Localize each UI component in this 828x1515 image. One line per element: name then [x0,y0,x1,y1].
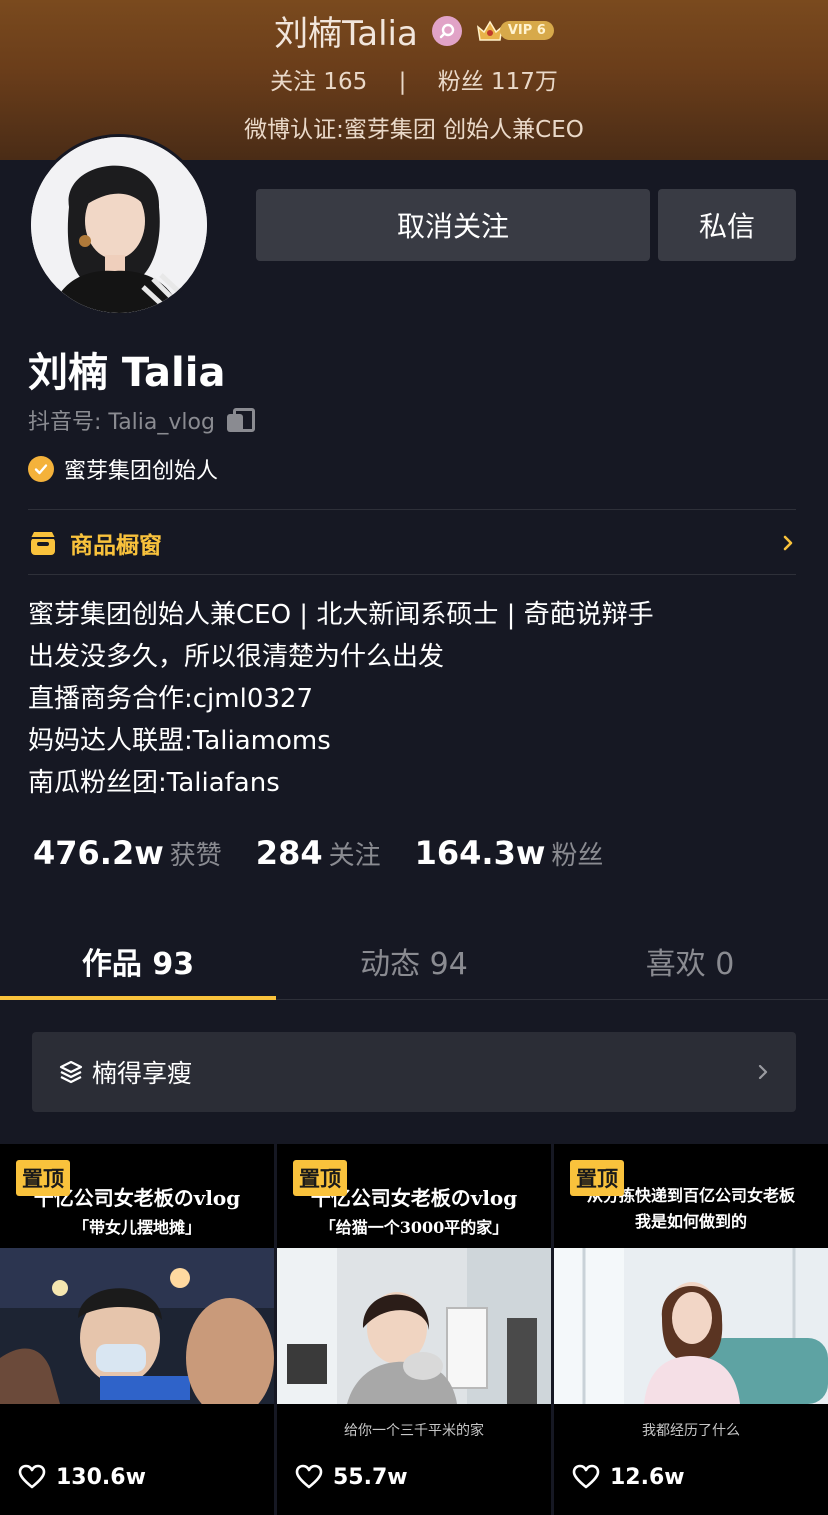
video-thumbnail [277,1248,551,1404]
collection-label: 楠得享瘦 [92,1059,193,1088]
pinned-badge: 置顶 [16,1160,70,1196]
pinned-badge: 置顶 [293,1160,347,1196]
video-thumbnail [0,1248,274,1404]
video-likes-count: 130.6w [56,1464,146,1490]
video-subtitle: 「给猫一个3000平的家」 [319,1218,509,1237]
layers-icon [59,1060,83,1084]
douyin-id-row: 抖音号: Talia_vlog [28,404,255,436]
tab-activity[interactable]: 动态 94 [276,922,552,999]
avatar-image [31,137,207,313]
unfollow-button[interactable]: 取消关注 [256,189,650,261]
video-likes: 130.6w [18,1464,146,1490]
banner-following: 关注 165 [270,69,368,95]
vip-level-label: VIP 6 [499,21,554,40]
video-card[interactable]: 置顶 从分拣快递到百亿公司女老板 我是如何做到的 我都经历了什么 12.6w [554,1144,828,1515]
banner-separator: | [398,69,407,95]
chevron-right-icon [758,1065,768,1079]
tab-works[interactable]: 作品 93 [0,922,276,1000]
video-likes: 55.7w [295,1464,408,1490]
profile-name: 刘楠 Talia [28,350,226,396]
banner-name: 刘楠Talia [274,14,418,54]
banner-followers: 粉丝 117万 [437,69,558,95]
divider [28,509,796,510]
video-caption: 我都经历了什么 [642,1423,740,1439]
shop-window-row[interactable]: 商品橱窗 [28,512,796,574]
divider [28,574,796,575]
heart-icon [295,1464,323,1489]
douyin-id: 抖音号: Talia_vlog [28,410,215,435]
likes-label: 获赞 [169,841,222,871]
video-likes-count: 55.7w [333,1464,408,1490]
bio-line: 出发没多久，所以很清楚为什么出发 [28,642,445,672]
likes-count: 476.2w [33,834,164,872]
banner-stats: 关注 165 | 粉丝 117万 [0,62,828,96]
heart-icon [18,1464,46,1489]
video-card[interactable]: 置顶 十亿公司女老板のvlog 「给猫一个3000平的家」 给你一个三千平米的家 [277,1144,551,1515]
verified-title: 蜜芽集团创始人 [64,459,219,484]
following-label[interactable]: 关注 [329,835,381,872]
video-thumbnail [554,1248,828,1404]
video-grid: 置顶 十亿公司女老板のvlog 「带女儿摆地摊」 130.6w 置顶 十亿公司女… [0,1144,828,1515]
video-subtitle: 我是如何做到的 [634,1212,747,1231]
video-caption: 给你一个三千平米的家 [344,1423,484,1439]
verified-row: 蜜芽集团创始人 [28,453,218,485]
verified-check-icon [28,456,54,482]
profile-stats: 476.2w 获赞 284 关注 164.3w 粉丝 [33,834,637,872]
bio-line: 南瓜粉丝团:Taliafans [28,768,280,798]
bio-line: 蜜芽集团创始人兼CEO | 北大新闻系硕士 | 奇葩说辩手 [28,600,654,630]
vip-badge: VIP 6 [476,19,554,43]
shop-icon [31,532,55,555]
content-tabs: 作品 93 动态 94 喜欢 0 [0,922,828,1000]
bio-line: 直播商务合作:cjml0327 [28,684,313,714]
collection-row[interactable]: 楠得享瘦 [32,1032,796,1112]
profile-page: 刘楠Talia VIP 6 关注 165 | 粉丝 117万 微博认证:蜜芽集团… [0,0,828,1515]
followers-count[interactable]: 164.3w [415,834,546,872]
search-badge-icon [431,15,462,46]
chevron-right-icon [783,535,793,551]
pinned-badge: 置顶 [570,1160,624,1196]
video-likes-count: 12.6w [610,1464,685,1490]
banner-name-row: 刘楠Talia VIP 6 [0,6,828,55]
message-button[interactable]: 私信 [658,189,796,261]
video-card[interactable]: 置顶 十亿公司女老板のvlog 「带女儿摆地摊」 130.6w [0,1144,274,1515]
video-likes: 12.6w [572,1464,685,1490]
video-subtitle: 「带女儿摆地摊」 [72,1218,201,1237]
avatar[interactable] [28,134,210,316]
following-count[interactable]: 284 [256,834,323,872]
copy-icon[interactable] [226,408,255,432]
tab-likes[interactable]: 喜欢 0 [552,922,828,999]
shop-window-label: 商品橱窗 [70,533,162,559]
followers-label[interactable]: 粉丝 [551,835,603,872]
bio-line: 妈妈达人联盟:Taliamoms [28,726,331,756]
bio: 蜜芽集团创始人兼CEO | 北大新闻系硕士 | 奇葩说辩手 出发没多久，所以很清… [28,594,654,804]
heart-icon [572,1464,600,1489]
